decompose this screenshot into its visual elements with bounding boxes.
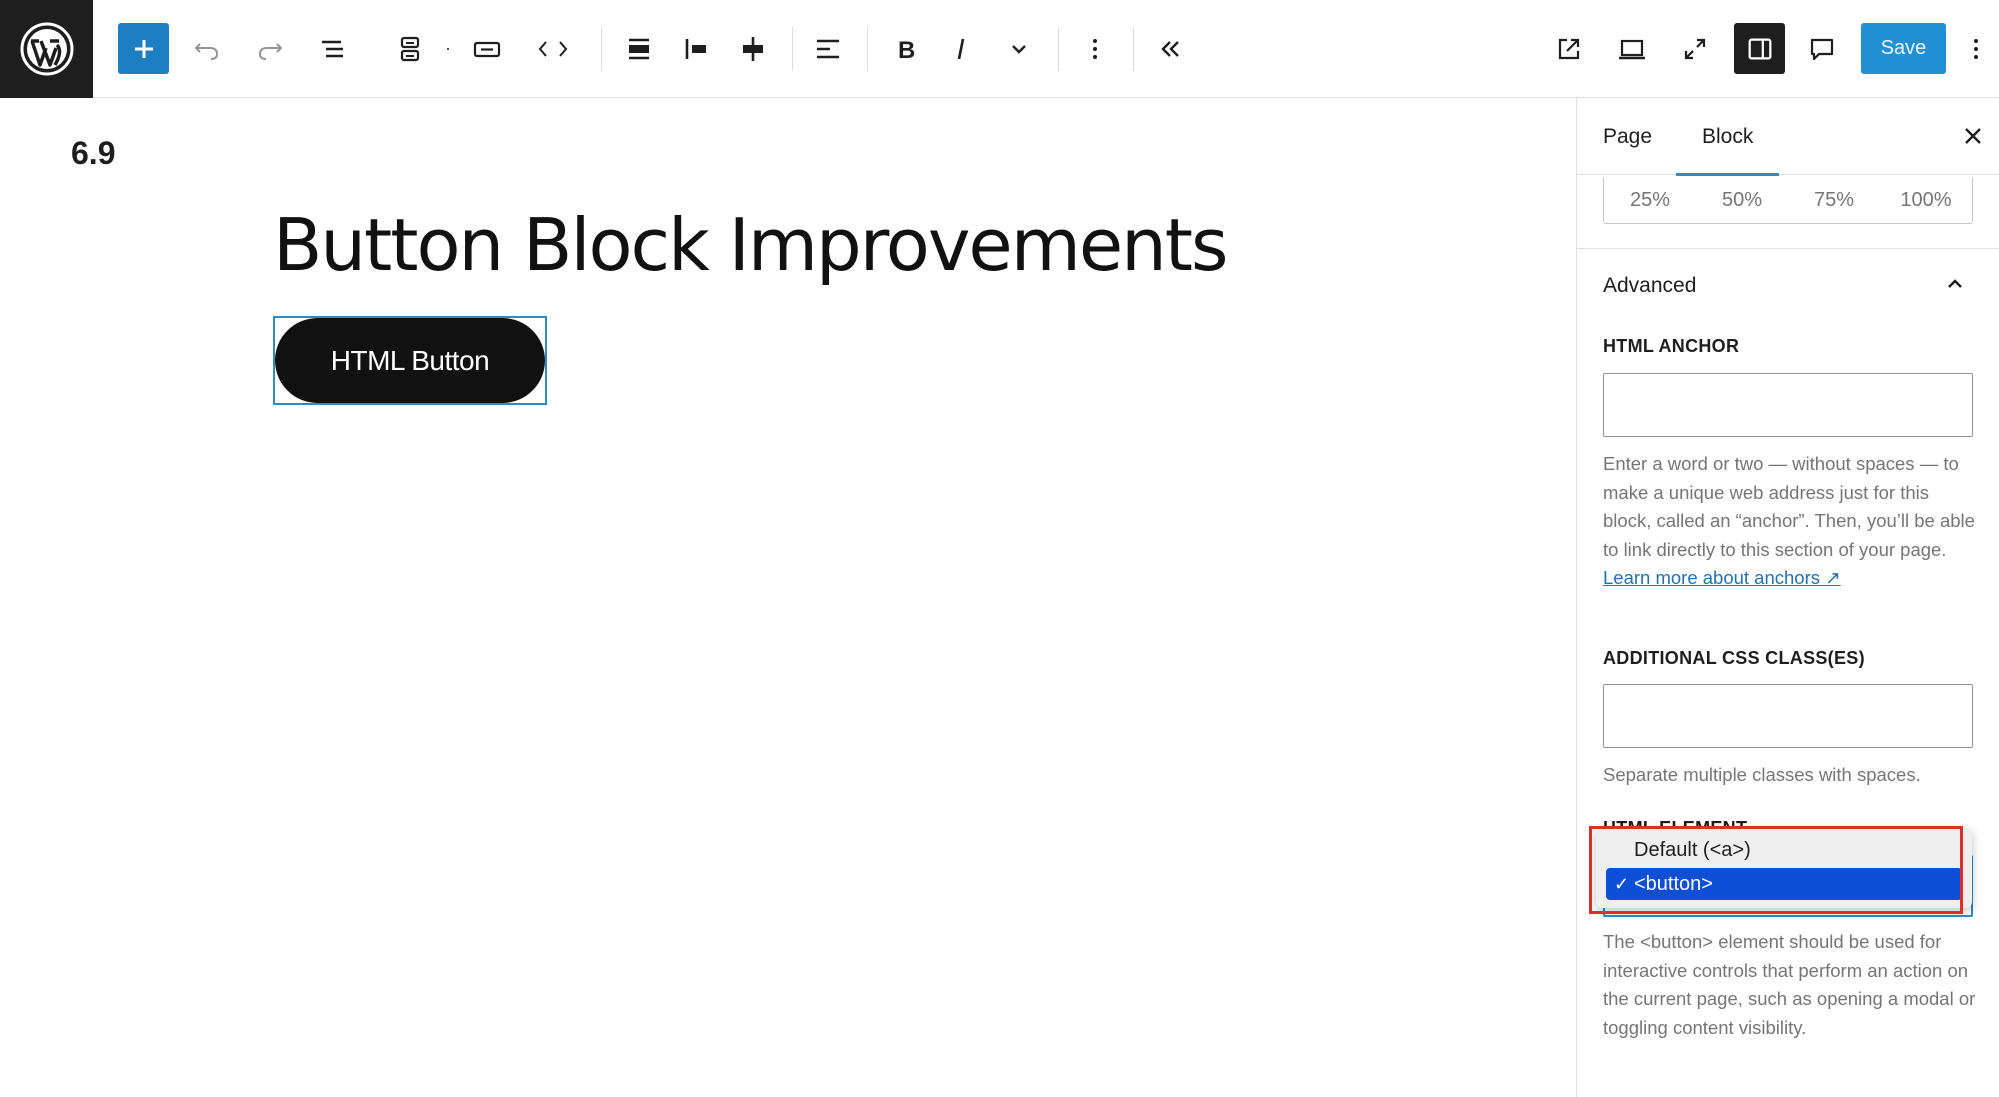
settings-toggle-button[interactable] xyxy=(1734,23,1785,74)
toolbar-separator xyxy=(601,27,602,71)
html-anchor-help-text: Enter a word or two — without spaces — t… xyxy=(1603,453,1975,560)
width-option-25[interactable]: 25% xyxy=(1604,177,1696,223)
options-menu-button[interactable] xyxy=(1958,24,1994,74)
italic-icon xyxy=(957,38,965,60)
vertical-ellipsis-icon xyxy=(1974,39,1978,59)
html-anchor-help: Enter a word or two — without spaces — t… xyxy=(1603,450,1978,593)
advanced-panel-toggle[interactable]: Advanced xyxy=(1603,274,1696,298)
close-icon[interactable] xyxy=(1957,120,1989,152)
redo-icon xyxy=(258,43,283,60)
undo-icon xyxy=(194,43,219,60)
collapse-toolbar-button[interactable] xyxy=(1145,24,1195,74)
move-arrows-icon[interactable] xyxy=(527,24,579,74)
align-left-icon xyxy=(817,39,839,59)
css-classes-input[interactable] xyxy=(1603,684,1973,748)
align-text-button[interactable] xyxy=(803,24,853,74)
html-anchor-label: HTML ANCHOR xyxy=(1603,336,1740,356)
justify-center-icon xyxy=(743,37,763,61)
justify-center-button[interactable] xyxy=(728,24,778,74)
chevrons-left-icon xyxy=(1161,41,1179,57)
html-anchor-input[interactable] xyxy=(1603,373,1973,437)
svg-text:B: B xyxy=(898,37,915,64)
css-classes-label: ADDITIONAL CSS CLASS(ES) xyxy=(1603,648,1865,668)
view-page-button[interactable] xyxy=(1544,24,1594,74)
html-button-block[interactable]: HTML Button xyxy=(275,318,545,403)
comments-button[interactable] xyxy=(1797,24,1847,74)
page-title[interactable]: Button Block Improvements xyxy=(273,203,1229,287)
plus-icon xyxy=(134,39,153,58)
annotation-highlight-box xyxy=(1589,826,1963,914)
button-block-icon[interactable] xyxy=(462,24,512,74)
toolbar-separator xyxy=(867,27,868,71)
justify-left-button[interactable] xyxy=(671,24,721,74)
chevron-down-icon xyxy=(1012,45,1026,54)
panel-divider xyxy=(1577,248,1999,249)
chevron-up-icon[interactable] xyxy=(1941,270,1969,298)
width-option-50[interactable]: 50% xyxy=(1696,177,1788,223)
wordpress-logo-icon[interactable] xyxy=(0,0,93,98)
learn-more-anchors-link[interactable]: Learn more about anchors ↗ xyxy=(1603,567,1841,588)
toolbar-separator xyxy=(1058,27,1059,71)
justify-icon xyxy=(629,38,649,60)
redo-button[interactable] xyxy=(245,24,295,74)
width-option-75[interactable]: 75% xyxy=(1788,177,1880,223)
undo-button[interactable] xyxy=(182,24,232,74)
tab-page[interactable]: Page xyxy=(1577,98,1678,175)
width-option-100[interactable]: 100% xyxy=(1880,177,1972,223)
justify-full-button[interactable] xyxy=(614,24,664,74)
list-view-icon xyxy=(322,40,343,58)
sidebar-icon xyxy=(1748,38,1771,59)
tab-block[interactable]: Block xyxy=(1676,98,1780,176)
width-options: 25% 50% 75% 100% xyxy=(1603,177,1973,224)
block-options-button[interactable] xyxy=(1070,24,1120,74)
bold-button[interactable]: B xyxy=(880,24,930,74)
bold-icon: B xyxy=(898,37,915,64)
drag-handle-icon[interactable] xyxy=(433,24,463,74)
device-preview-button[interactable] xyxy=(1607,24,1657,74)
html-element-help: The <button> element should be used for … xyxy=(1603,931,1976,1038)
zoom-out-button[interactable] xyxy=(1670,24,1720,74)
sidebar-tabs: Page Block xyxy=(1577,98,1999,176)
editor-toolbar: B Save xyxy=(0,0,1999,98)
italic-button[interactable] xyxy=(937,24,987,74)
css-classes-help: Separate multiple classes with spaces. xyxy=(1603,764,1921,785)
version-label: 6.9 xyxy=(71,135,116,171)
document-overview-button[interactable] xyxy=(308,24,358,74)
fullscreen-icon xyxy=(1684,38,1706,60)
block-settings-sidebar: Page Block 25% 50% 75% 100% Advanced HTM… xyxy=(1576,98,1999,1097)
add-block-button[interactable] xyxy=(118,23,169,74)
justify-left-icon xyxy=(685,39,706,59)
external-link-icon xyxy=(1558,38,1580,60)
vertical-ellipsis-icon xyxy=(1093,39,1097,59)
desktop-icon xyxy=(1619,39,1645,60)
comment-icon xyxy=(1810,38,1834,61)
toolbar-separator xyxy=(1133,27,1134,71)
more-rich-text-button[interactable] xyxy=(994,24,1044,74)
save-button[interactable]: Save xyxy=(1861,23,1946,74)
toolbar-separator xyxy=(792,27,793,71)
block-type-button[interactable] xyxy=(385,24,435,74)
buttons-block-icon xyxy=(400,36,420,62)
